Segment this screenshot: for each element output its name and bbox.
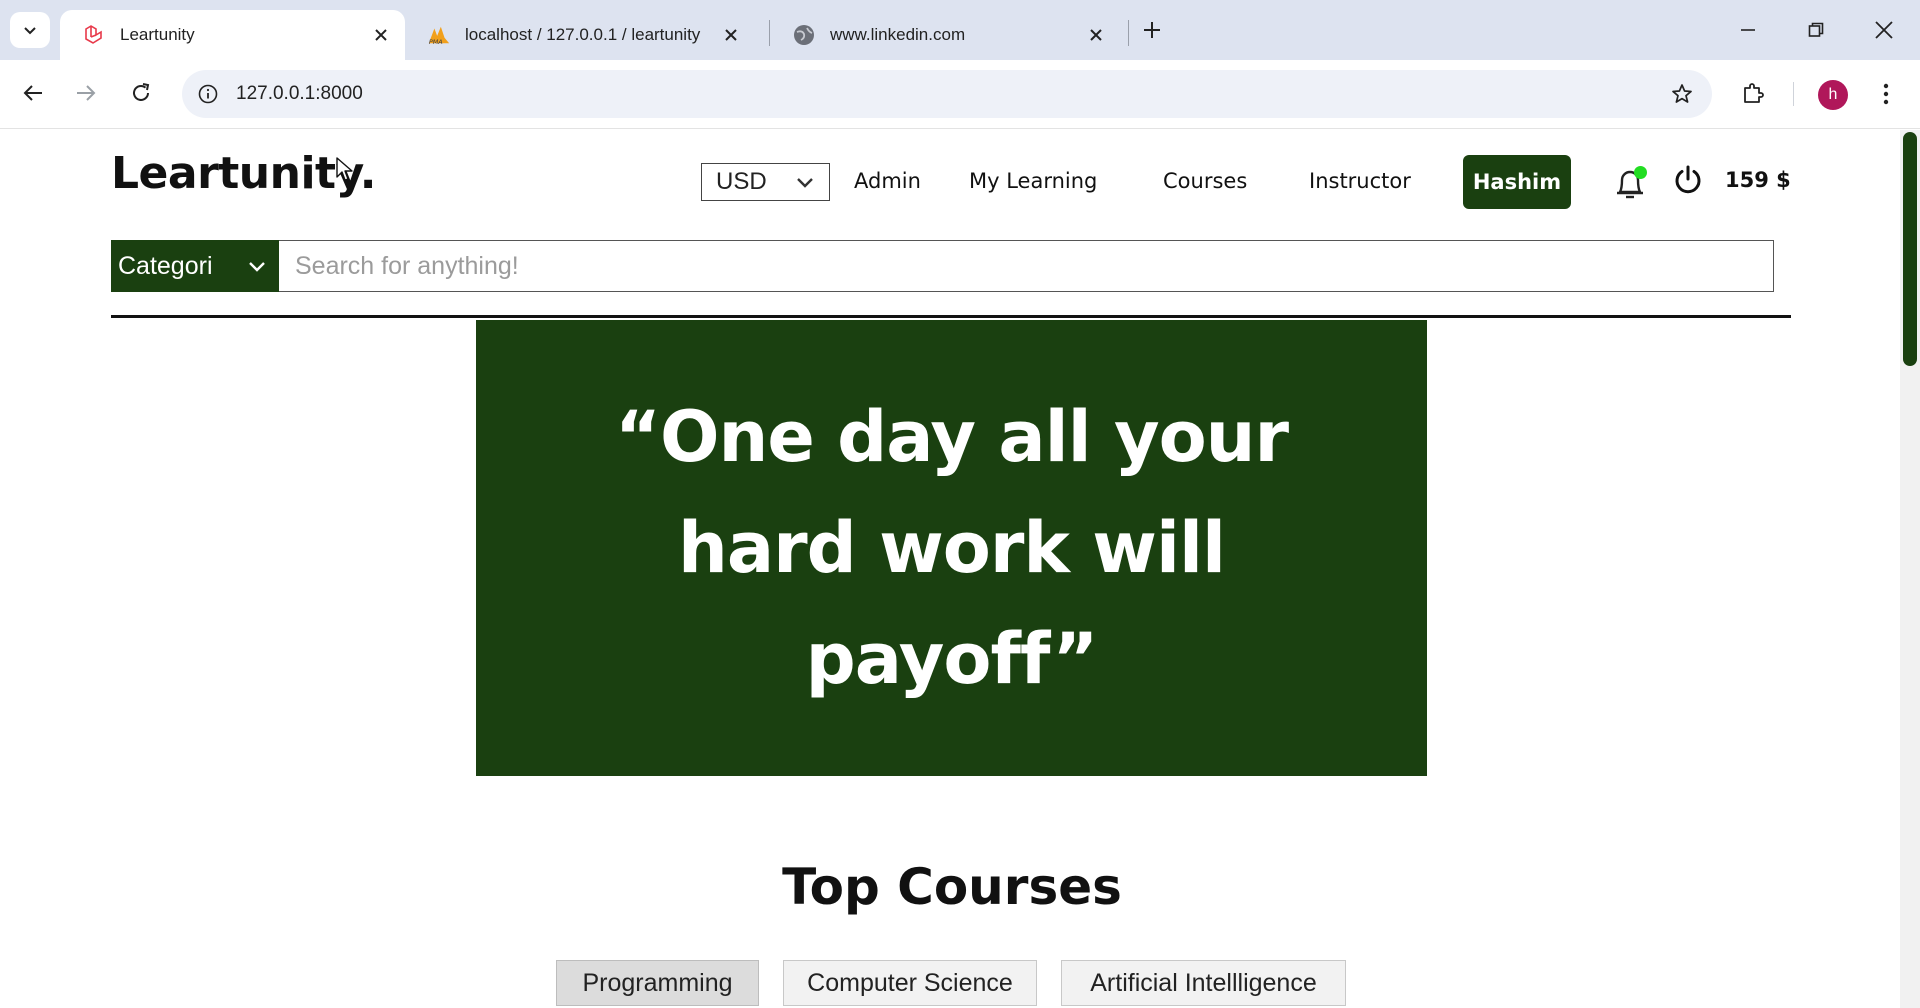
scrollbar-thumb[interactable] (1903, 132, 1917, 366)
phpmyadmin-favicon-icon: PMA (427, 23, 451, 47)
hero-banner: “One day all your hard work will payoff” (476, 320, 1427, 776)
restore-button[interactable] (1792, 10, 1840, 50)
logout-button[interactable] (1670, 162, 1706, 198)
chevron-down-icon (249, 262, 265, 272)
chevron-down-icon (797, 178, 813, 188)
svg-text:PMA: PMA (429, 38, 443, 46)
tab-title: localhost / 127.0.0.1 / leartunity (465, 25, 701, 44)
page-scrollbar[interactable] (1900, 130, 1920, 1008)
url-text[interactable]: 127.0.0.1:8000 (236, 83, 363, 105)
browser-tab-strip: Leartunity PMA localhost / 127.0.0.1 / l… (0, 0, 1920, 60)
currency-select[interactable]: USD (701, 163, 830, 201)
extensions-button[interactable] (1736, 76, 1770, 110)
header-divider (111, 315, 1791, 318)
address-bar[interactable]: 127.0.0.1:8000 (182, 70, 1712, 118)
browser-toolbar: 127.0.0.1:8000 h (0, 60, 1920, 129)
profile-avatar[interactable]: h (1818, 80, 1848, 110)
tab-search-button[interactable] (10, 12, 50, 48)
section-title: Top Courses (0, 858, 1900, 916)
notifications-button[interactable] (1614, 166, 1650, 202)
hero-quote: “One day all your hard work will payoff” (614, 395, 1289, 700)
tab-computer-science[interactable]: Computer Science (783, 960, 1037, 1006)
back-button[interactable] (15, 75, 51, 111)
nav-admin[interactable]: Admin (854, 169, 921, 193)
arrow-left-icon (23, 85, 42, 101)
arrow-right-icon (77, 85, 96, 101)
nav-courses[interactable]: Courses (1163, 169, 1247, 193)
tab-title: Leartunity (120, 25, 195, 44)
category-label: Categori (118, 251, 213, 280)
toolbar-separator (1793, 82, 1794, 106)
tab-title: www.linkedin.com (830, 25, 966, 44)
web-page: Leartunity. USD Admin My Learning Course… (0, 130, 1900, 1008)
globe-icon (792, 23, 816, 47)
currency-value: USD (716, 168, 767, 195)
mouse-cursor-icon (336, 157, 353, 181)
minimize-button[interactable] (1724, 10, 1772, 50)
laravel-favicon-icon (82, 23, 106, 47)
restore-icon (1808, 22, 1824, 37)
tab-artificial-intelligence[interactable]: Artificial Intellligence (1061, 960, 1346, 1006)
close-icon (1875, 21, 1893, 39)
tab-programming[interactable]: Programming (556, 960, 759, 1006)
wallet-balance: 159 $ (1725, 168, 1791, 192)
nav-instructor[interactable]: Instructor (1309, 169, 1411, 193)
site-info-icon[interactable] (196, 82, 220, 106)
close-tab-icon[interactable] (1084, 23, 1108, 47)
more-vertical-icon (1883, 83, 1889, 105)
close-window-button[interactable] (1860, 10, 1908, 50)
close-tab-icon[interactable] (369, 23, 393, 47)
plus-icon (1144, 22, 1160, 38)
power-icon (1675, 165, 1701, 194)
course-category-tabs: Programming Computer Science Artificial … (0, 960, 1900, 1008)
tab-leartunity[interactable]: Leartunity (60, 10, 405, 60)
category-dropdown[interactable]: Categori (111, 240, 279, 292)
bookmark-star-icon[interactable] (1670, 82, 1694, 106)
search-input[interactable] (279, 240, 1774, 292)
new-tab-button[interactable] (1136, 14, 1168, 46)
minimize-icon (1741, 29, 1755, 31)
top-courses-heading: Top Courses (782, 858, 1122, 916)
reload-button[interactable] (123, 75, 159, 111)
user-profile-button[interactable]: Hashim (1463, 155, 1571, 209)
close-tab-icon[interactable] (719, 23, 743, 47)
nav-my-learning[interactable]: My Learning (969, 169, 1097, 193)
browser-menu-button[interactable] (1872, 76, 1900, 112)
forward-button[interactable] (68, 75, 104, 111)
tab-phpmyadmin[interactable]: PMA localhost / 127.0.0.1 / leartunity (405, 10, 755, 60)
tab-separator (1128, 20, 1129, 46)
tab-linkedin[interactable]: www.linkedin.com (770, 10, 1120, 60)
reload-icon (133, 83, 150, 101)
notification-indicator (1634, 166, 1647, 179)
puzzle-icon (1744, 83, 1764, 103)
chevron-down-icon (24, 27, 36, 35)
